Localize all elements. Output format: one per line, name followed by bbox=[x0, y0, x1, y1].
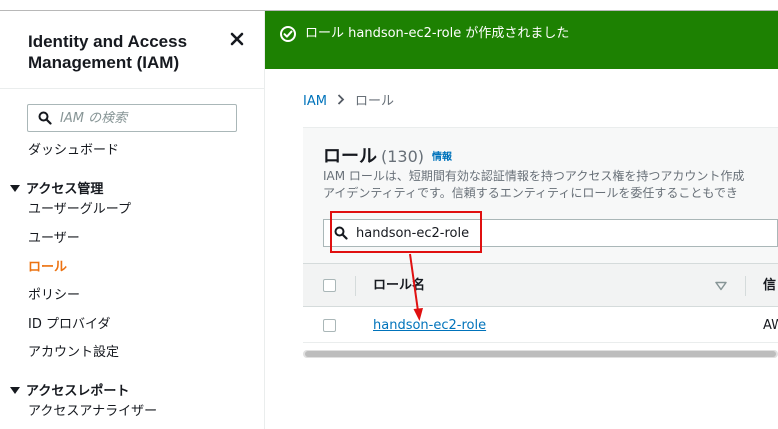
horizontal-scrollbar[interactable] bbox=[303, 350, 778, 358]
flash-message: ロール handson-ec2-role が作成されました bbox=[305, 26, 570, 41]
close-icon[interactable] bbox=[229, 31, 245, 47]
roles-description-line: アイデンティティです。信頼するエンティティにロールを委任することもでき bbox=[323, 186, 738, 200]
sidebar-item-roles[interactable]: ロール bbox=[28, 259, 67, 277]
roles-description: IAM ロールは、短期間有効な認証情報を持つアクセス権を持つアカウント作成 アイ… bbox=[323, 168, 778, 202]
sort-down-icon[interactable] bbox=[715, 281, 727, 291]
roles-count: (130) bbox=[381, 147, 425, 166]
info-link[interactable]: 情報 bbox=[432, 152, 452, 163]
breadcrumb-iam-link[interactable]: IAM bbox=[303, 94, 327, 109]
breadcrumb: IAM ロール bbox=[303, 93, 394, 111]
sidebar-search[interactable] bbox=[27, 104, 237, 132]
column-header-trusted-entities[interactable]: 信 bbox=[763, 277, 776, 295]
sidebar-section-label: アクセスレポート bbox=[26, 384, 130, 399]
sidebar-item-dashboard[interactable]: ダッシュボード bbox=[28, 142, 119, 160]
check-circle-icon bbox=[280, 26, 296, 42]
roles-description-line: IAM ロールは、短期間有効な認証情報を持つアクセス権を持つアカウント作成 bbox=[323, 169, 745, 183]
sidebar-section-access-management[interactable]: アクセス管理 bbox=[10, 181, 103, 199]
table-row: handson-ec2-role AW bbox=[303, 307, 778, 343]
select-all-checkbox[interactable] bbox=[323, 279, 336, 292]
sidebar-item-identity-providers[interactable]: ID プロバイダ bbox=[28, 316, 110, 334]
roles-title-text: ロール bbox=[323, 146, 377, 167]
table-header: ロール名 信 bbox=[303, 263, 778, 307]
sidebar-divider bbox=[0, 88, 265, 89]
column-divider bbox=[745, 276, 746, 296]
role-trusted-entity: AW bbox=[763, 318, 778, 333]
caret-down-icon bbox=[10, 387, 20, 394]
sidebar: Identity and Access Management (IAM) ダッシ… bbox=[0, 11, 265, 429]
breadcrumb-current: ロール bbox=[354, 94, 394, 109]
scrollbar-thumb[interactable] bbox=[305, 351, 776, 357]
annotation-highlight-box bbox=[330, 211, 482, 253]
column-divider bbox=[355, 276, 356, 296]
window-top-strip bbox=[0, 0, 778, 10]
sidebar-item-user-groups[interactable]: ユーザーグループ bbox=[28, 201, 131, 219]
role-name-link[interactable]: handson-ec2-role bbox=[373, 317, 486, 335]
caret-down-icon bbox=[10, 185, 20, 192]
sidebar-section-label: アクセス管理 bbox=[26, 182, 104, 197]
sidebar-item-users[interactable]: ユーザー bbox=[28, 230, 80, 248]
sidebar-search-input[interactable] bbox=[60, 108, 230, 128]
roles-title: ロール (130) 情報 bbox=[323, 146, 452, 169]
search-icon bbox=[38, 111, 52, 125]
sidebar-section-access-reports[interactable]: アクセスレポート bbox=[10, 383, 129, 401]
column-header-role-name[interactable]: ロール名 bbox=[373, 277, 425, 295]
sidebar-item-policies[interactable]: ポリシー bbox=[28, 287, 80, 305]
sidebar-item-access-analyzer[interactable]: アクセスアナライザー bbox=[28, 403, 157, 421]
sidebar-title: Identity and Access Management (IAM) bbox=[28, 32, 188, 72]
row-checkbox[interactable] bbox=[323, 319, 336, 332]
chevron-right-icon bbox=[337, 93, 345, 111]
success-flash-banner: ロール handson-ec2-role が作成されました bbox=[265, 11, 778, 69]
sidebar-item-account-settings[interactable]: アカウント設定 bbox=[28, 344, 119, 362]
